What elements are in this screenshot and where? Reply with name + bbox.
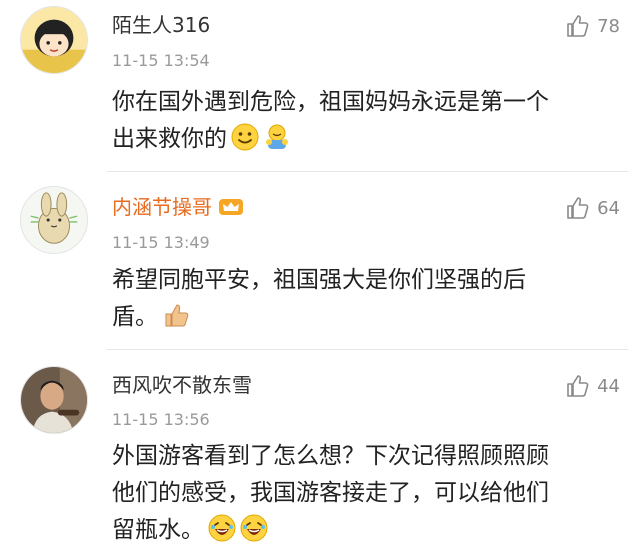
comment-text: 你在国外遇到危险，祖国妈妈永远是第一个 出来救你的 — [112, 84, 622, 158]
thumbs-up-emoji — [162, 301, 190, 329]
comment-item: 内涵节操哥 11-15 13:49 64 希望同胞平安，祖国强大是你们坚强的后 … — [0, 172, 640, 348]
comment-line: 出来救你的 — [112, 126, 227, 152]
cartoon-girl-avatar-icon — [21, 7, 87, 73]
username-text: 内涵节操哥 — [112, 195, 212, 219]
like-button[interactable]: 64 — [565, 194, 620, 222]
hug-emoji — [263, 123, 291, 151]
avatar[interactable] — [20, 366, 88, 434]
laugh-emoji — [240, 514, 268, 542]
comment-line: 外国游客看到了怎么想？下次记得照顾照顾 — [112, 443, 549, 469]
thumbs-up-icon — [565, 373, 591, 399]
rabbit-avatar-icon — [21, 187, 87, 253]
like-count: 64 — [597, 197, 620, 219]
like-count: 44 — [597, 375, 620, 397]
timestamp: 11-15 13:54 — [112, 51, 210, 70]
username[interactable]: 内涵节操哥 — [112, 194, 244, 220]
comment-text: 外国游客看到了怎么想？下次记得照顾照顾 他们的感受，我国游客接走了，可以给他们 … — [112, 438, 622, 549]
comment-item: 陌生人316 11-15 13:54 78 你在国外遇到危险，祖国妈妈永远是第一… — [0, 0, 640, 180]
like-count: 78 — [597, 15, 620, 37]
timestamp: 11-15 13:49 — [112, 233, 210, 252]
laugh-emoji — [208, 514, 236, 542]
timestamp: 11-15 13:56 — [112, 410, 210, 429]
smile-emoji — [231, 123, 259, 151]
comment-line: 他们的感受，我国游客接走了，可以给他们 — [112, 480, 549, 506]
comment-text: 希望同胞平安，祖国强大是你们坚强的后 盾。 — [112, 262, 622, 336]
comment-line: 希望同胞平安，祖国强大是你们坚强的后 — [112, 267, 526, 293]
man-photo-avatar-icon — [21, 367, 87, 433]
avatar[interactable] — [20, 186, 88, 254]
like-button[interactable]: 78 — [565, 12, 620, 40]
comment-line: 你在国外遇到危险，祖国妈妈永远是第一个 — [112, 89, 549, 115]
comment-line: 盾。 — [112, 304, 158, 330]
avatar[interactable] — [20, 6, 88, 74]
comment-line: 留瓶水。 — [112, 517, 204, 543]
username[interactable]: 陌生人316 — [112, 12, 210, 38]
thumbs-up-icon — [565, 195, 591, 221]
crown-icon — [218, 197, 244, 217]
thumbs-up-icon — [565, 13, 591, 39]
comment-item: 西风吹不散东雪 11-15 13:56 44 外国游客看到了怎么想？下次记得照顾… — [0, 350, 640, 552]
username[interactable]: 西风吹不散东雪 — [112, 372, 252, 398]
like-button[interactable]: 44 — [565, 372, 620, 400]
